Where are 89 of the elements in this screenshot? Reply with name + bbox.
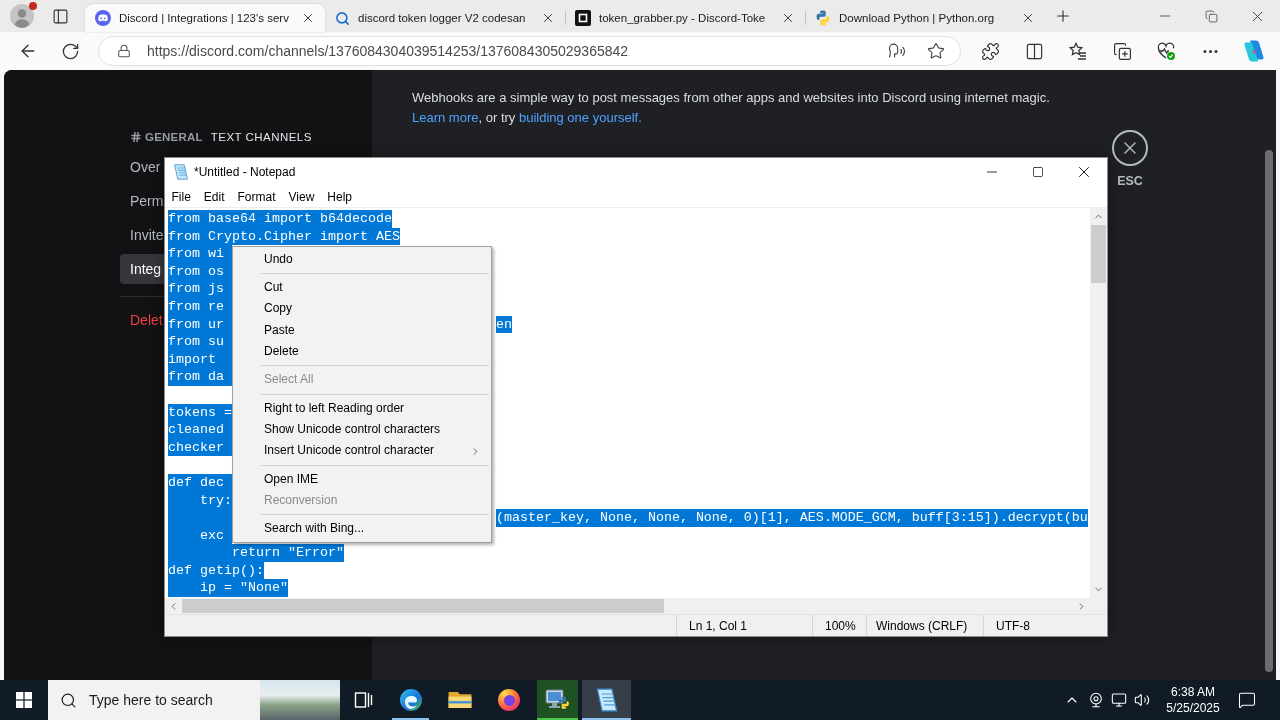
star-icon[interactable]: [927, 42, 945, 60]
menu-item[interactable]: Undo: [233, 249, 491, 271]
close-icon[interactable]: [1021, 11, 1035, 25]
favorites-icon[interactable]: [1068, 41, 1088, 61]
text-editor[interactable]: [165, 208, 1090, 598]
browser-tab[interactable]: token_grabber.py - Discord-Toke: [565, 4, 805, 32]
refresh-icon[interactable]: [61, 41, 80, 61]
close-icon[interactable]: [541, 11, 555, 25]
tab-title: Discord | Integrations | 123's serv: [119, 12, 290, 24]
esc-label: ESC: [1117, 174, 1143, 188]
firefox-icon: [496, 688, 521, 712]
copy-plus-icon[interactable]: [1112, 41, 1132, 61]
scrollbar-thumb[interactable]: [182, 599, 664, 613]
python-app-icon: [544, 688, 571, 712]
panel-left-icon[interactable]: [52, 7, 69, 25]
notification-dot-icon: [29, 2, 37, 10]
channel-name: GENERAL: [145, 131, 203, 143]
hash-icon: [130, 131, 142, 143]
menu-item[interactable]: Paste: [233, 319, 491, 342]
menu-bar-item[interactable]: File: [165, 189, 198, 204]
menu-bar-item[interactable]: Help: [320, 189, 359, 204]
section-label: TEXT CHANNELS: [210, 131, 312, 143]
new-tab-icon[interactable]: [1054, 7, 1072, 25]
webcam-icon[interactable]: [1088, 692, 1104, 708]
address-bar[interactable]: https://discord.com/channels/1376084304039514253/1376084305029365842: [98, 36, 961, 66]
menu-item[interactable]: Insert Unicode control character: [233, 440, 491, 462]
settings-nav-item[interactable]: Delet: [120, 305, 164, 335]
heart-pulse-icon[interactable]: [1156, 41, 1176, 61]
browser-tab[interactable]: Download Python | Python.org: [805, 4, 1045, 32]
split-screen-icon[interactable]: [1024, 41, 1044, 61]
python-logo-icon: [815, 10, 831, 26]
lock-icon: [117, 44, 131, 58]
notification-icon[interactable]: [1238, 691, 1256, 709]
menu-item[interactable]: Right to left Reading order: [233, 397, 491, 420]
menu-item[interactable]: Open IME: [233, 468, 491, 490]
status-bar-text: Windows (CRLF): [866, 615, 983, 636]
scrollbar-thumb[interactable]: [1091, 225, 1106, 283]
settings-nav-item[interactable]: Integ: [120, 254, 164, 284]
tab-title: discord token logger V2 codesan: [358, 12, 527, 24]
taskbar-search-box[interactable]: Type here to search: [48, 680, 340, 720]
webhooks-description: Webhooks are a simple way to post messages from other apps and websites into Discord using internet magic.: [412, 89, 1051, 107]
close-icon[interactable]: [301, 11, 315, 25]
windows-logo-icon[interactable]: [16, 692, 32, 708]
tab-title: token_grabber.py - Discord-Toke: [599, 12, 767, 24]
volume-icon[interactable]: [1134, 692, 1150, 708]
menu-item[interactable]: Delete: [233, 341, 491, 363]
menu-item[interactable]: Cut: [233, 277, 491, 299]
menu-item[interactable]: Copy: [233, 298, 491, 320]
close-button[interactable]: [1112, 130, 1148, 166]
task-view-icon[interactable]: [353, 690, 373, 710]
copilot-icon[interactable]: [1243, 40, 1265, 62]
webhooks-help-text: Learn more, or try building one yourself.: [412, 109, 643, 127]
speech-icon[interactable]: [888, 42, 906, 60]
notepad-icon: [594, 688, 619, 712]
monitor-icon[interactable]: [1111, 692, 1127, 708]
discord-icon: [95, 10, 111, 26]
settings-nav-item[interactable]: Over: [120, 152, 164, 182]
restore-icon[interactable]: [1204, 9, 1218, 23]
status-bar-text: UTF-8: [983, 615, 1107, 636]
search-icon: [335, 10, 350, 26]
taskbar-app-button[interactable]: [582, 680, 631, 720]
settings-nav-item[interactable]: Perm: [120, 186, 164, 216]
folder-icon: [447, 691, 472, 709]
status-bar-text: 100%: [812, 615, 866, 636]
maximize-icon[interactable]: [1032, 166, 1044, 178]
menu-item[interactable]: Search with Bing...: [233, 518, 491, 540]
square-logo-icon: [575, 10, 591, 26]
window-title: *Untitled - Notepad: [194, 165, 296, 179]
time-text: 6:38 AM: [1171, 684, 1215, 700]
menu-bar-item[interactable]: Edit: [197, 189, 232, 204]
menu-item[interactable]: Show Unicode control characters: [233, 419, 491, 441]
search-input[interactable]: Type here to search: [89, 692, 260, 708]
close-icon[interactable]: [781, 11, 795, 25]
browser-tab[interactable]: discord token logger V2 codesan: [325, 4, 565, 32]
help-link[interactable]: building one yourself.: [518, 110, 642, 125]
settings-nav-item[interactable]: Invite: [120, 220, 164, 250]
menu-bar-item[interactable]: Format: [231, 189, 283, 204]
puzzle-icon[interactable]: [980, 41, 1000, 61]
scrollbar-thumb[interactable]: [1265, 150, 1273, 672]
clock[interactable]: 6:38 AM 5/25/2025: [1154, 684, 1232, 716]
browser-tab[interactable]: Discord | Integrations | 123's serv: [85, 4, 325, 32]
profile-avatar[interactable]: [10, 4, 34, 28]
notepad-icon: [173, 164, 189, 180]
status-bar-text: Ln 1, Col 1: [676, 615, 812, 636]
date-text: 5/25/2025: [1166, 700, 1220, 716]
search-icon: [60, 691, 77, 709]
edge-icon: [398, 688, 423, 712]
tab-title: Download Python | Python.org: [839, 12, 996, 24]
menu-bar-item[interactable]: View: [282, 189, 321, 204]
